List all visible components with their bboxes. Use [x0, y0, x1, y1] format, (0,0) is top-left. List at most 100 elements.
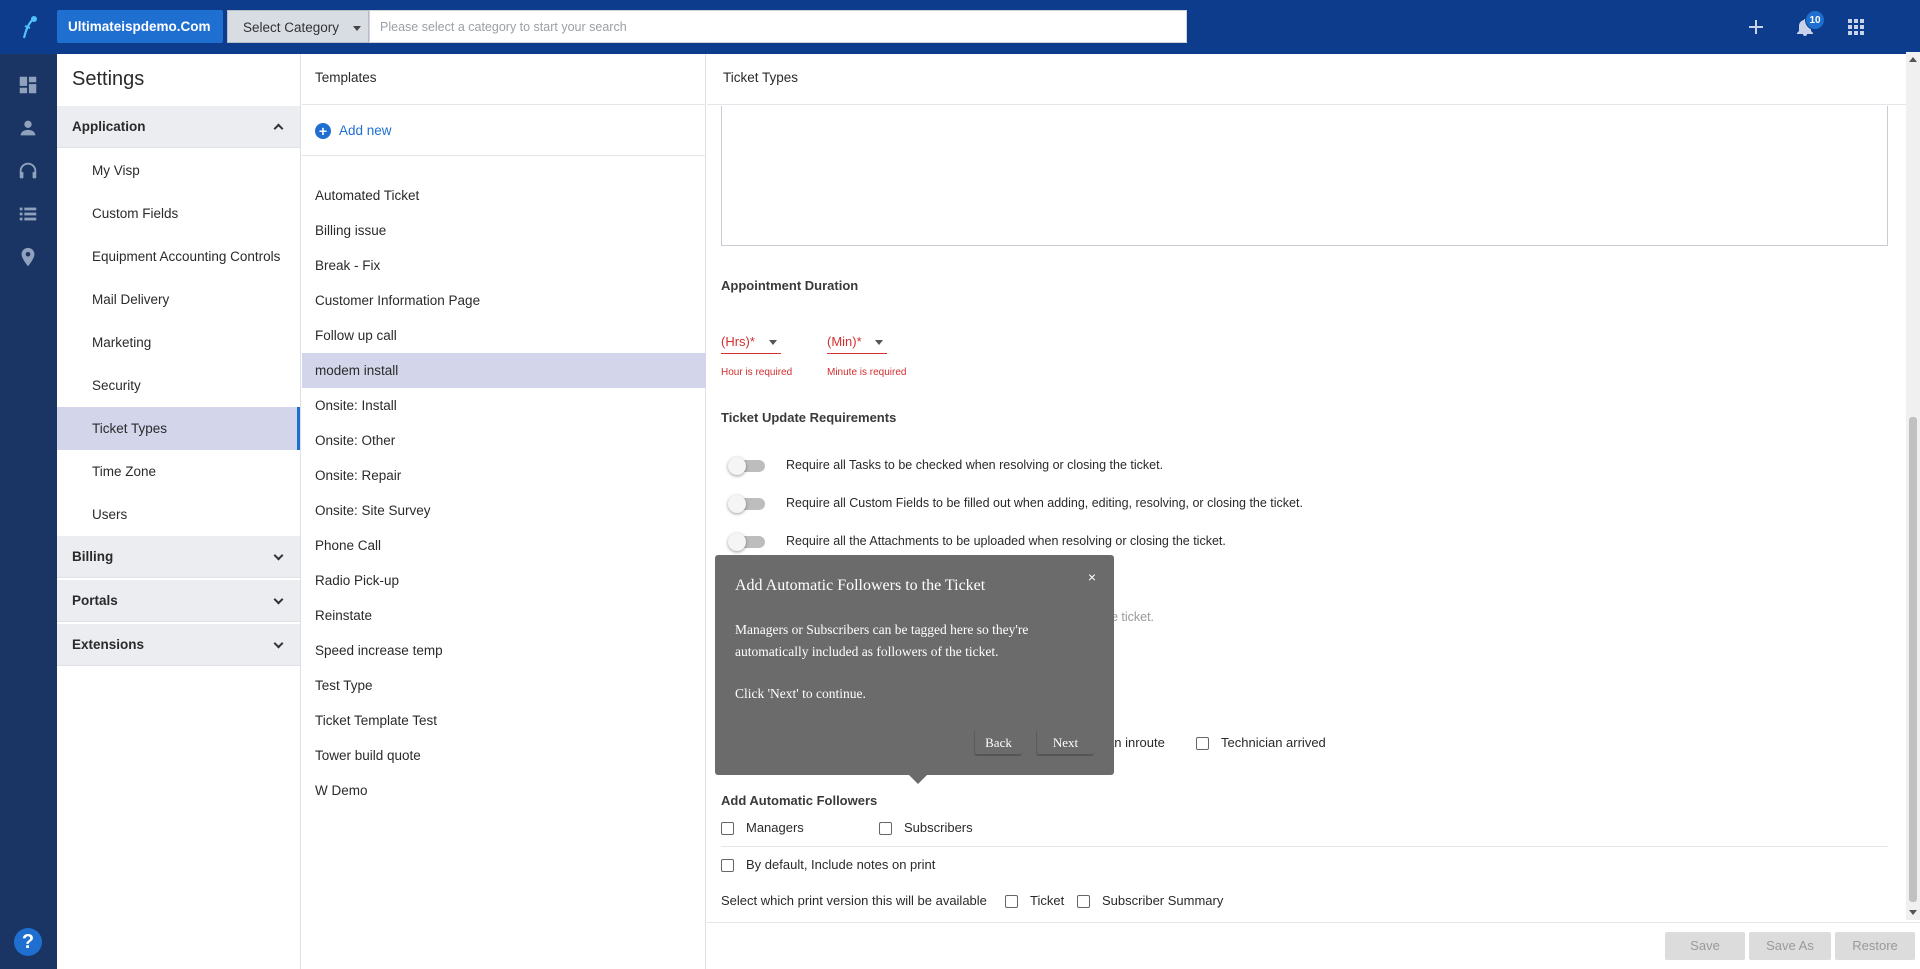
checkbox[interactable] [721, 859, 734, 872]
close-icon[interactable]: × [1088, 569, 1096, 585]
checkbox[interactable] [1077, 895, 1090, 908]
template-item[interactable]: Customer Information Page [302, 283, 706, 318]
notification-badge[interactable]: 10 [1805, 10, 1825, 30]
scroll-up-icon[interactable] [1909, 57, 1917, 62]
list-icon[interactable] [17, 203, 39, 225]
section-label: Extensions [72, 637, 145, 652]
save-as-button[interactable]: Save As [1749, 932, 1831, 960]
checkbox-label: Ticket [1030, 893, 1065, 908]
sidebar-item-custom-fields[interactable]: Custom Fields [57, 192, 300, 235]
template-item[interactable]: Onsite: Repair [302, 458, 706, 493]
add-circle-icon: + [315, 123, 331, 139]
sidebar-item-ticket-types[interactable]: Ticket Types [57, 407, 300, 450]
checkbox[interactable] [1005, 895, 1018, 908]
template-item[interactable]: Automated Ticket [302, 178, 706, 213]
headset-icon[interactable] [17, 160, 39, 182]
section-portals[interactable]: Portals [57, 580, 300, 622]
next-button[interactable]: Next [1036, 730, 1094, 756]
toggle-switch[interactable] [728, 495, 765, 513]
back-button[interactable]: Back [974, 730, 1022, 756]
subscribers-checkbox-row[interactable]: Subscribers [879, 819, 973, 837]
include-notes-checkbox-row[interactable]: By default, Include notes on print [721, 856, 935, 874]
hours-placeholder: (Hrs)* [721, 334, 755, 349]
chevron-up-icon [273, 123, 284, 134]
user-icon[interactable] [17, 117, 39, 139]
apps-grid-icon[interactable] [1844, 15, 1868, 39]
template-item[interactable]: Ticket Template Test [302, 703, 706, 738]
template-item-selected[interactable]: modem install [302, 353, 706, 388]
section-billing[interactable]: Billing [57, 536, 300, 578]
update-requirements-label: Ticket Update Requirements [721, 410, 897, 425]
tour-popover: Add Automatic Followers to the Ticket × … [715, 555, 1114, 784]
require-attachments-toggle-row[interactable]: Require all the Attachments to be upload… [728, 531, 1226, 551]
template-item[interactable]: Onsite: Install [302, 388, 706, 423]
minutes-error: Minute is required [827, 367, 907, 378]
dashboard-icon[interactable] [17, 74, 39, 96]
toggle-switch[interactable] [728, 457, 765, 475]
help-icon[interactable]: ? [14, 928, 42, 956]
sidebar-item-time-zone[interactable]: Time Zone [57, 450, 300, 493]
search-input[interactable] [370, 11, 1186, 42]
template-item[interactable]: Test Type [302, 668, 706, 703]
template-item[interactable]: Reinstate [302, 598, 706, 633]
checkbox[interactable] [721, 822, 734, 835]
sidebar-item-equipment-accounting[interactable]: Equipment Accounting Controls [57, 235, 300, 278]
checkbox[interactable] [1196, 737, 1209, 750]
add-new-label: Add new [339, 123, 392, 138]
minutes-select[interactable]: (Min)* [827, 332, 887, 354]
search-field[interactable] [369, 10, 1187, 43]
scroll-thumb[interactable] [1909, 417, 1917, 902]
logo-icon[interactable] [14, 12, 44, 42]
print-ticket-checkbox-row[interactable]: Ticket [1005, 892, 1064, 910]
template-item[interactable]: Onsite: Other [302, 423, 706, 458]
company-button[interactable]: Ultimateispdemo.Com [57, 10, 223, 43]
category-select[interactable]: Select Category [227, 10, 369, 43]
top-bar: Ultimateispdemo.Com Select Category 10 [0, 0, 1920, 54]
chevron-down-icon [273, 550, 284, 561]
chevron-down-icon [273, 594, 284, 605]
sidebar-item-my-visp[interactable]: My Visp [57, 149, 300, 192]
checkbox-label: Technician arrived [1221, 735, 1326, 750]
scroll-down-icon[interactable] [1909, 910, 1917, 915]
section-application[interactable]: Application [57, 106, 300, 148]
template-item[interactable]: Follow up call [302, 318, 706, 353]
template-item[interactable]: Radio Pick-up [302, 563, 706, 598]
add-new-button[interactable]: + Add new [315, 121, 392, 141]
sidebar-item-security[interactable]: Security [57, 364, 300, 407]
description-textarea[interactable] [721, 106, 1888, 246]
require-custom-fields-toggle-row[interactable]: Require all Custom Fields to be filled o… [728, 493, 1303, 513]
checkbox-label: Subscribers [904, 820, 973, 835]
template-item[interactable]: Speed increase temp [302, 633, 706, 668]
sidebar-item-mail-delivery[interactable]: Mail Delivery [57, 278, 300, 321]
sidebar-item-marketing[interactable]: Marketing [57, 321, 300, 364]
template-item[interactable]: W Demo [302, 773, 706, 808]
plus-icon[interactable] [1744, 15, 1768, 39]
toggle-switch[interactable] [728, 533, 765, 551]
save-button[interactable]: Save [1665, 932, 1745, 960]
section-extensions[interactable]: Extensions [57, 624, 300, 666]
checkbox-label: By default, Include notes on print [746, 857, 936, 872]
sidebar-item-users[interactable]: Users [57, 493, 300, 536]
divider [302, 155, 706, 156]
template-item[interactable]: Phone Call [302, 528, 706, 563]
section-label: Application [72, 119, 146, 134]
technician-arrived-checkbox-row[interactable]: Technician arrived [1196, 734, 1326, 752]
icon-rail: ? [0, 54, 57, 969]
managers-checkbox-row[interactable]: Managers [721, 819, 804, 837]
hours-error: Hour is required [721, 367, 793, 378]
settings-title: Settings [72, 68, 145, 90]
popover-arrow [909, 775, 927, 784]
template-item[interactable]: Tower build quote [302, 738, 706, 773]
checkbox[interactable] [879, 822, 892, 835]
template-item[interactable]: Billing issue [302, 213, 706, 248]
require-tasks-toggle-row[interactable]: Require all Tasks to be checked when res… [728, 455, 1163, 475]
print-subscriber-summary-checkbox-row[interactable]: Subscriber Summary [1077, 892, 1223, 910]
template-item[interactable]: Onsite: Site Survey [302, 493, 706, 528]
restore-button[interactable]: Restore [1835, 932, 1915, 960]
scrollbar[interactable] [1906, 52, 1920, 920]
popover-cta: Click 'Next' to continue. [735, 686, 866, 701]
hours-select[interactable]: (Hrs)* [721, 332, 781, 354]
template-item[interactable]: Break - Fix [302, 248, 706, 283]
chevron-down-icon [769, 340, 777, 345]
location-pin-icon[interactable] [17, 246, 39, 268]
